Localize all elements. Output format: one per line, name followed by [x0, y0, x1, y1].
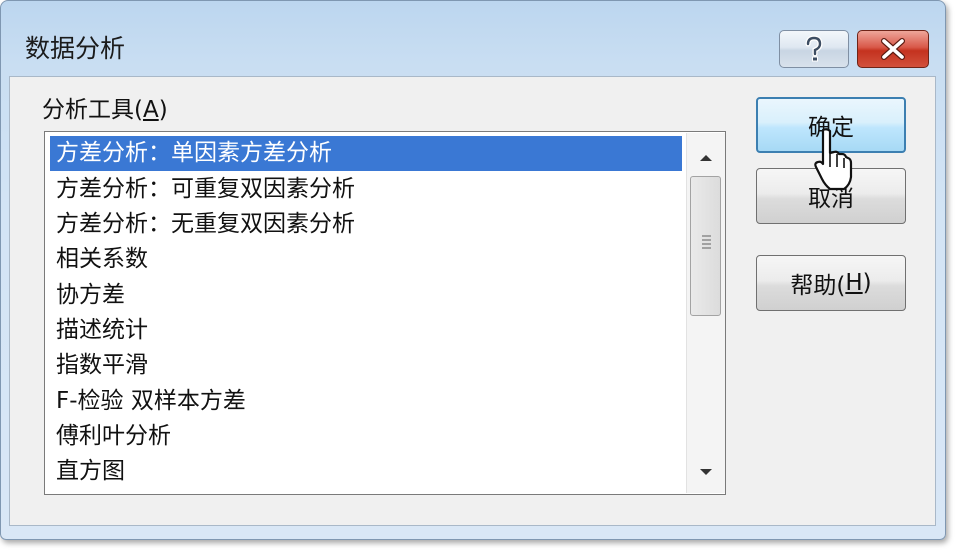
help-caption-button[interactable] [779, 30, 849, 68]
scroll-up-arrow-icon[interactable] [687, 141, 725, 175]
list-item-selected[interactable]: 方差分析：单因素方差分析 [50, 136, 682, 171]
hand-cursor-icon [814, 128, 853, 191]
question-mark-icon [780, 31, 848, 67]
list-item[interactable]: 方差分析：可重复双因素分析 [50, 172, 682, 207]
vertical-scrollbar[interactable] [686, 133, 725, 493]
list-item[interactable]: 指数平滑 [50, 348, 682, 383]
list-item[interactable]: 傅利叶分析 [50, 419, 682, 454]
close-button[interactable] [857, 30, 929, 68]
analysis-tools-label: 分析工具(A) [42, 97, 168, 123]
analysis-tools-list[interactable]: 方差分析：单因素方差分析 方差分析：可重复双因素分析 方差分析：无重复双因素分析… [44, 131, 726, 495]
list-item[interactable]: 方差分析：无重复双因素分析 [50, 207, 682, 242]
list-item[interactable]: 相关系数 [50, 242, 682, 277]
scrollbar-thumb[interactable] [690, 176, 721, 316]
grip-icon [702, 235, 711, 249]
scroll-down-arrow-icon[interactable] [687, 455, 725, 489]
list-item[interactable]: 描述统计 [50, 313, 682, 348]
list-item[interactable]: 协方差 [50, 278, 682, 313]
close-icon [858, 31, 928, 67]
list-item[interactable]: 直方图 [50, 454, 682, 489]
dialog-title: 数据分析 [25, 34, 126, 63]
help-button[interactable]: 帮助(H) [756, 255, 906, 311]
list-item[interactable]: F-检验 双样本方差 [50, 384, 682, 419]
